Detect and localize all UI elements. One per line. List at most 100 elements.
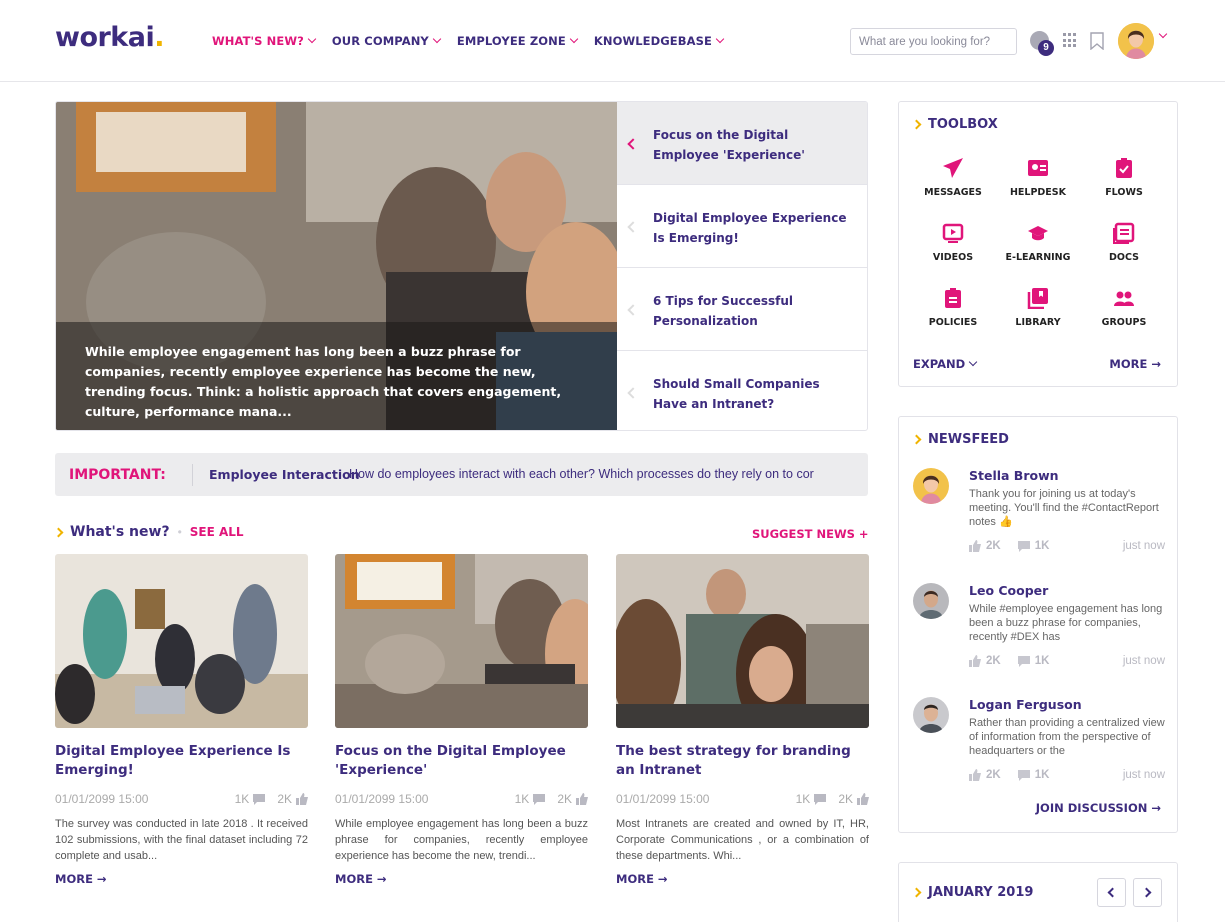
news-card-title[interactable]: Digital Employee Experience Is Emerging! <box>55 742 308 780</box>
like-button[interactable]: 2K <box>969 655 1001 667</box>
tool-label[interactable]: E-LEARNING <box>998 252 1078 263</box>
post-author[interactable]: Stella Brown <box>969 468 1059 483</box>
tool-docs[interactable]: DOCS <box>1084 222 1164 263</box>
tool-label[interactable]: POLICIES <box>913 317 993 328</box>
news-card-more-link[interactable]: MORE → <box>335 872 588 886</box>
tool-label[interactable]: GROUPS <box>1084 317 1164 328</box>
tool-label[interactable]: DOCS <box>1084 252 1164 263</box>
news-card-image[interactable] <box>55 554 308 728</box>
tool-helpdesk[interactable]: HELPDESK <box>998 157 1078 198</box>
thumbs-up-icon <box>576 793 588 805</box>
newsfeed-header: NEWSFEED <box>911 432 1009 447</box>
comment-button[interactable]: 1K <box>1017 769 1050 781</box>
comment-count[interactable]: 1K <box>1035 655 1050 667</box>
like-button[interactable]: 2K <box>969 769 1001 781</box>
hero-item[interactable]: Digital Employee Experience Is Emerging! <box>617 185 867 268</box>
suggest-news-button[interactable]: SUGGEST NEWS + <box>752 527 869 541</box>
comment-icon <box>1017 540 1030 552</box>
tool-label[interactable]: MESSAGES <box>913 187 993 198</box>
important-ticker: IMPORTANT: Employee Interaction How do e… <box>55 453 868 496</box>
bookmark-icon[interactable] <box>1090 32 1104 50</box>
news-card[interactable]: Focus on the Digital Employee 'Experienc… <box>335 554 588 886</box>
hero-image[interactable]: While employee engagement has long been … <box>56 102 617 430</box>
like-count[interactable]: 2K <box>986 769 1001 781</box>
graduation-cap-icon <box>1028 226 1048 241</box>
tool-messages[interactable]: MESSAGES <box>913 157 993 198</box>
tool-videos[interactable]: VIDEOS <box>913 222 993 263</box>
news-card[interactable]: The best strategy for branding an Intran… <box>616 554 869 886</box>
ticker-text[interactable]: How do employees interact with each othe… <box>349 467 864 481</box>
chevron-left-icon <box>627 221 639 233</box>
user-avatar[interactable] <box>1118 23 1154 59</box>
play-screen-icon <box>942 223 964 243</box>
nav-knowledgebase[interactable]: KNOWLEDGEBASE <box>594 34 725 48</box>
calendar-next-button[interactable] <box>1133 878 1162 907</box>
toolbox-more-link[interactable]: MORE → <box>1109 357 1161 371</box>
toolbox-title: TOOLBOX <box>928 117 998 132</box>
like-count[interactable]: 2K <box>986 655 1001 667</box>
hero-item-title[interactable]: 6 Tips for Successful Personalization <box>653 294 793 328</box>
search-input[interactable] <box>850 28 1017 55</box>
avatar[interactable] <box>913 697 949 733</box>
nav-label[interactable]: EMPLOYEE ZONE <box>457 34 566 48</box>
hero-item[interactable]: 6 Tips for Successful Personalization <box>617 268 867 351</box>
tool-policies[interactable]: POLICIES <box>913 287 993 328</box>
notifications-button[interactable]: 9 <box>1030 31 1054 56</box>
post-message: Thank you for joining us at today's meet… <box>969 488 1159 528</box>
news-card-image[interactable] <box>335 554 588 728</box>
see-all-link[interactable]: SEE ALL <box>190 525 244 539</box>
comment-count[interactable]: 1K <box>1035 769 1050 781</box>
news-card-title[interactable]: The best strategy for branding an Intran… <box>616 742 869 780</box>
docs-icon <box>1113 222 1135 244</box>
post-author[interactable]: Logan Ferguson <box>969 697 1082 712</box>
avatar[interactable] <box>913 468 949 504</box>
ticker-tag[interactable]: Employee Interaction <box>209 467 360 482</box>
news-card[interactable]: Digital Employee Experience Is Emerging!… <box>55 554 308 886</box>
nav-whats-new[interactable]: WHAT'S NEW? <box>212 34 317 48</box>
hero-caption[interactable]: While employee engagement has long been … <box>85 342 595 422</box>
join-discussion-link[interactable]: JOIN DISCUSSION → <box>1036 801 1161 815</box>
news-card-title[interactable]: Focus on the Digital Employee 'Experienc… <box>335 742 588 780</box>
thumbs-up-icon <box>857 793 869 805</box>
like-count[interactable]: 2K <box>986 540 1001 552</box>
tool-library[interactable]: LIBRARY <box>998 287 1078 328</box>
hero-item-title[interactable]: Focus on the Digital Employee 'Experienc… <box>653 128 805 162</box>
tool-flows[interactable]: FLOWS <box>1084 157 1164 198</box>
comment-button[interactable]: 1K <box>1017 540 1050 552</box>
chevron-right-icon <box>53 527 64 537</box>
notification-badge[interactable]: 9 <box>1038 40 1054 56</box>
news-card-image[interactable] <box>616 554 869 728</box>
nav-label[interactable]: OUR COMPANY <box>332 34 429 48</box>
nav-label[interactable]: WHAT'S NEW? <box>212 34 304 48</box>
comment-button[interactable]: 1K <box>1017 655 1050 667</box>
tool-groups[interactable]: GROUPS <box>1084 287 1164 328</box>
apps-grid-icon[interactable] <box>1063 33 1078 48</box>
expand-label[interactable]: EXPAND <box>913 357 965 371</box>
tool-label[interactable]: FLOWS <box>1084 187 1164 198</box>
news-card-more-link[interactable]: MORE → <box>616 872 869 886</box>
chevron-down-icon <box>968 357 978 367</box>
logo-text[interactable]: workai <box>55 22 155 53</box>
tool-label[interactable]: HELPDESK <box>998 187 1078 198</box>
policy-clipboard-icon <box>945 288 961 308</box>
tool-label[interactable]: VIDEOS <box>913 252 993 263</box>
calendar-prev-button[interactable] <box>1097 878 1126 907</box>
tool-label[interactable]: LIBRARY <box>998 317 1078 328</box>
nav-label[interactable]: KNOWLEDGEBASE <box>594 34 712 48</box>
comment-count[interactable]: 1K <box>1035 540 1050 552</box>
hero-item[interactable]: Focus on the Digital Employee 'Experienc… <box>617 102 867 185</box>
like-button[interactable]: 2K <box>969 540 1001 552</box>
hero-item[interactable]: Should Small Companies Have an Intranet? <box>617 351 867 430</box>
toolbox-expand-button[interactable]: EXPAND <box>913 357 978 371</box>
hero-item-title[interactable]: Digital Employee Experience Is Emerging! <box>653 211 846 245</box>
user-menu-chevron-icon[interactable] <box>1158 29 1168 39</box>
newsfeed-title: NEWSFEED <box>928 432 1009 447</box>
tool-e-learning[interactable]: E-LEARNING <box>998 222 1078 263</box>
workai-logo[interactable]: workai. <box>55 22 165 53</box>
nav-our-company[interactable]: OUR COMPANY <box>332 34 442 48</box>
avatar[interactable] <box>913 583 949 619</box>
news-card-more-link[interactable]: MORE → <box>55 872 308 886</box>
post-author[interactable]: Leo Cooper <box>969 583 1048 598</box>
hero-item-title[interactable]: Should Small Companies Have an Intranet? <box>653 377 820 411</box>
nav-employee-zone[interactable]: EMPLOYEE ZONE <box>457 34 579 48</box>
